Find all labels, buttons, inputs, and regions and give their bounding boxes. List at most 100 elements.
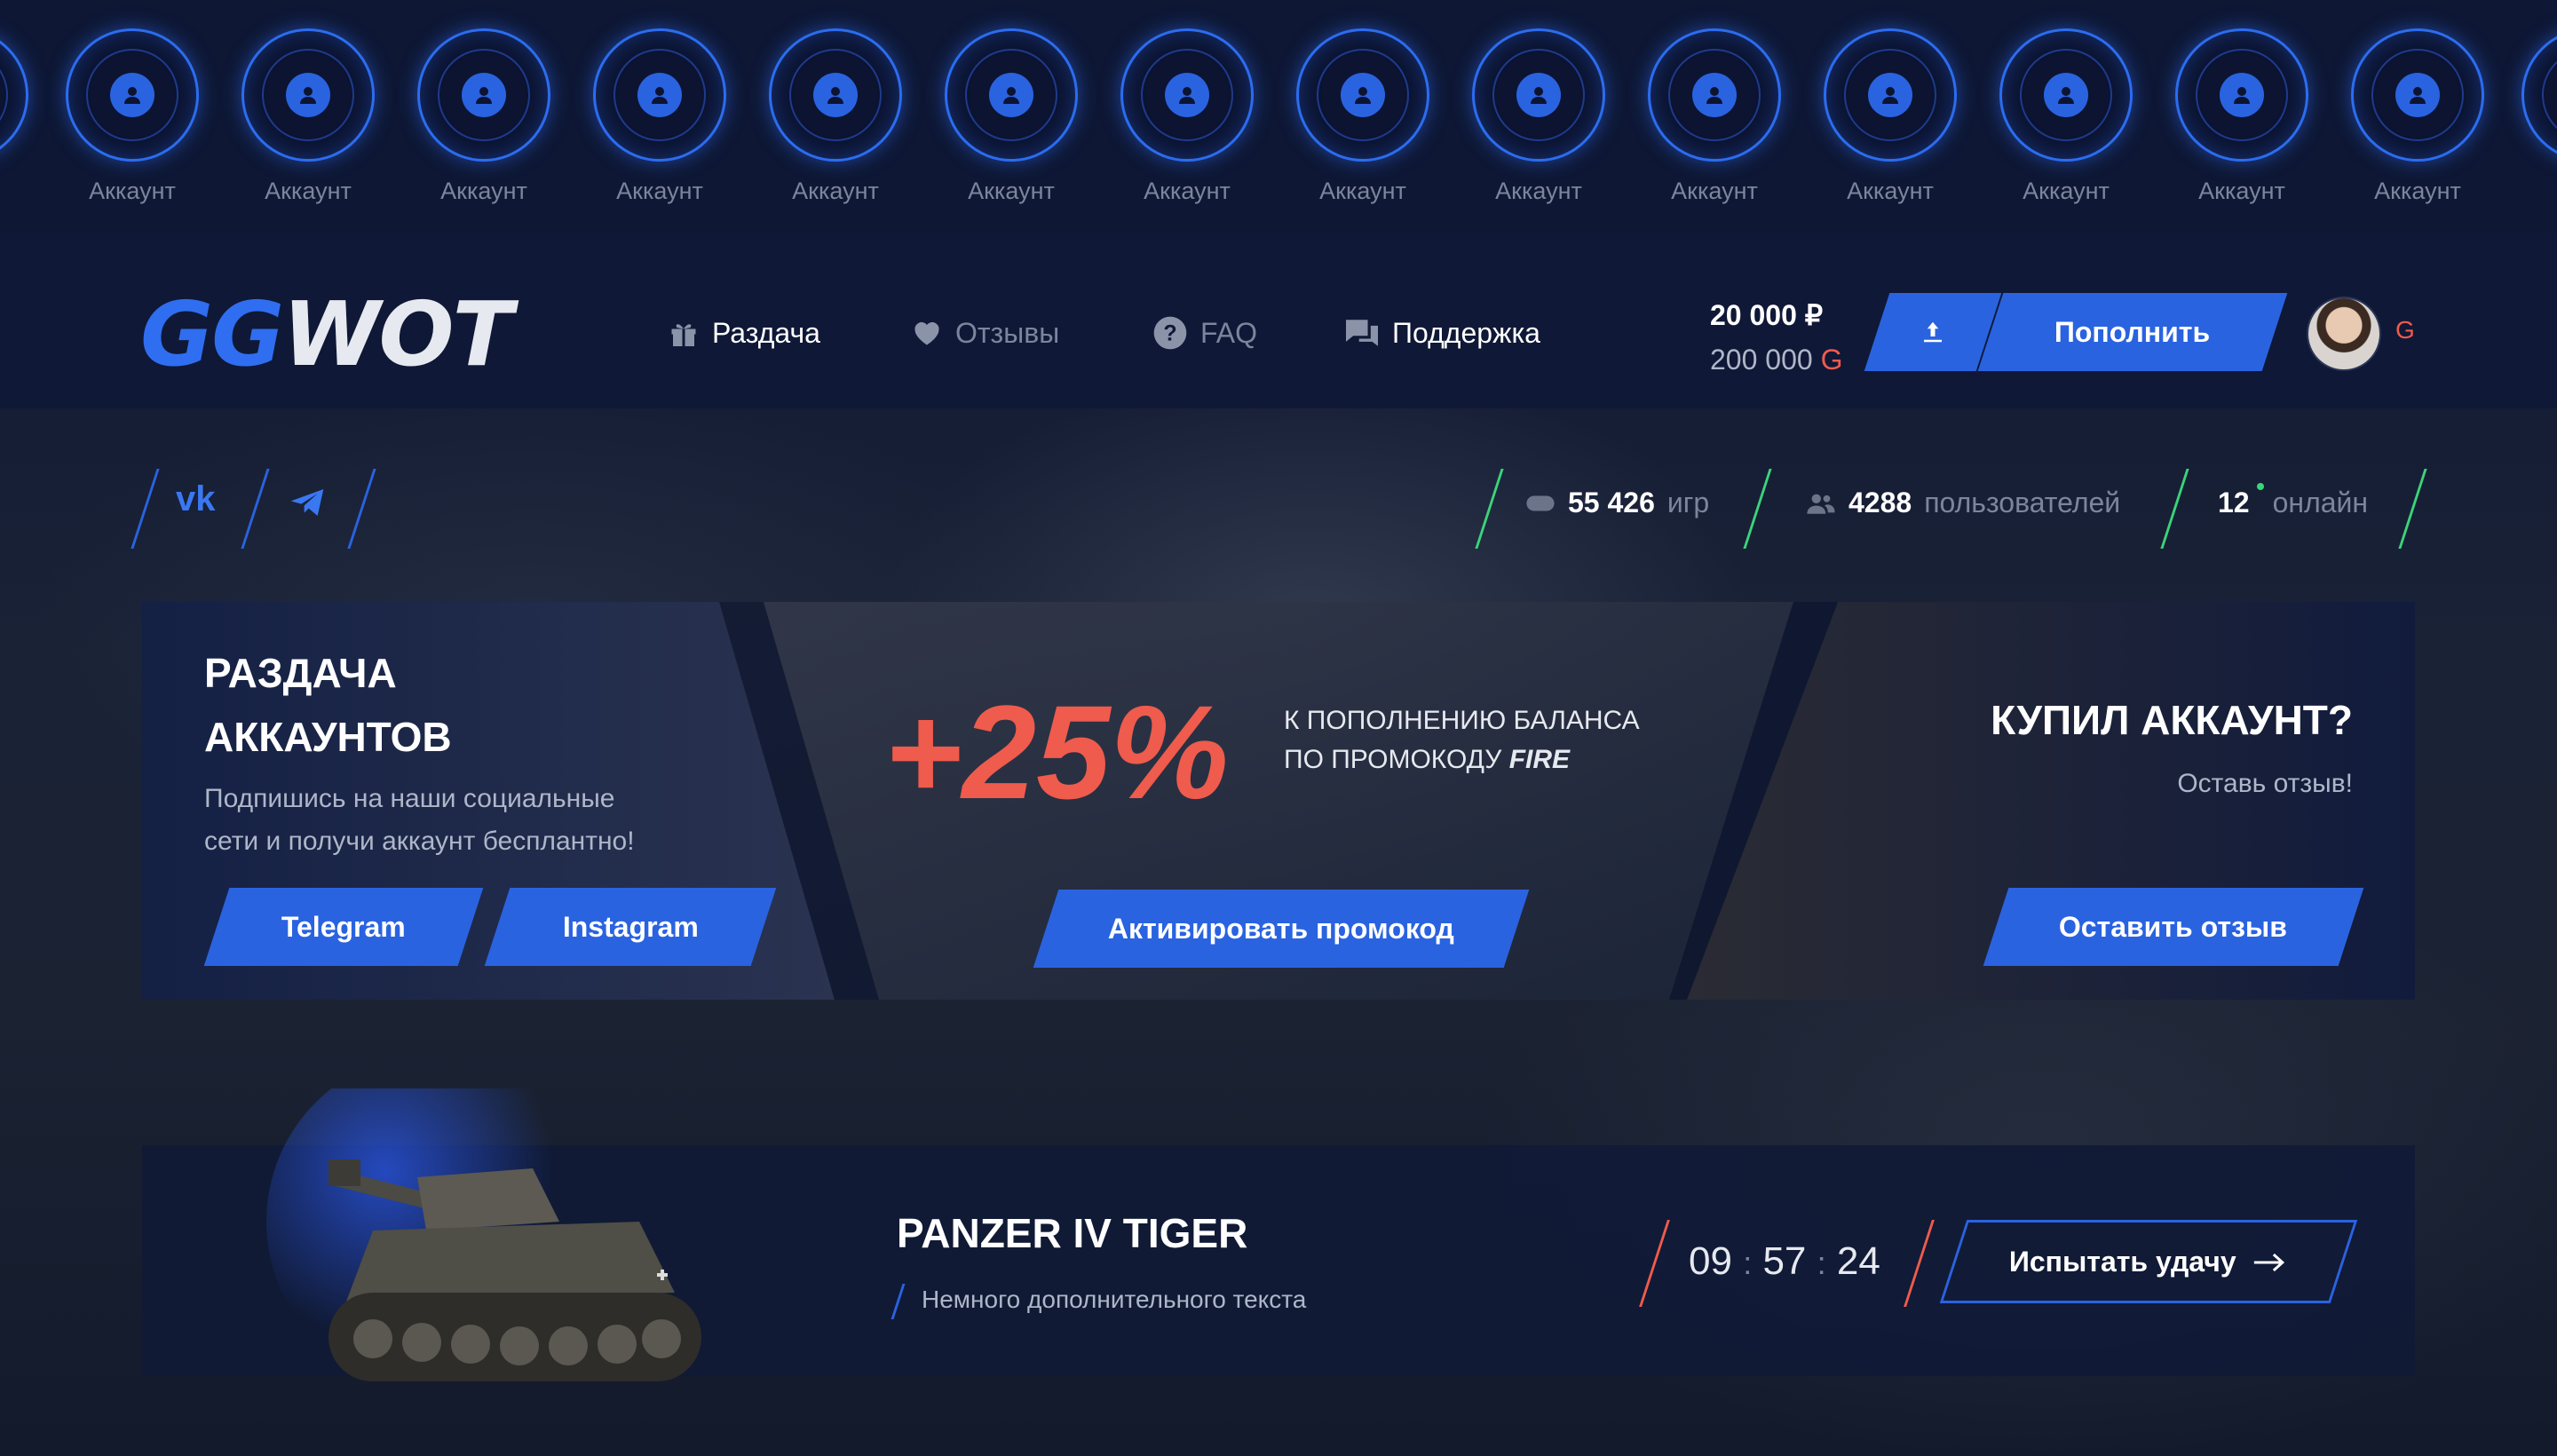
review-subtitle: Оставь отзыв! <box>2177 769 2353 798</box>
stat-online: 12 онлайн <box>2218 483 2368 519</box>
tank-image <box>266 1088 701 1390</box>
avatar[interactable] <box>2307 297 2381 371</box>
bonus-text: К ПОПОЛНЕНИЮ БАЛАНСА ПО ПРОМОКОДУ FIRE <box>1284 706 1640 774</box>
account-item[interactable] <box>0 28 37 162</box>
user-icon <box>2395 73 2440 117</box>
user-icon <box>1341 73 1385 117</box>
vk-link[interactable]: vk <box>176 479 216 519</box>
logo[interactable]: GGWOT <box>140 282 513 386</box>
account-label: Аккаунт <box>616 178 703 204</box>
user-icon <box>1516 73 1561 117</box>
users-value: 4288 <box>1848 487 1912 518</box>
review-title: КУПИЛ АККАУНТ? <box>1991 697 2353 743</box>
account-label: Аккаунт <box>265 178 352 204</box>
account-label: Аккаунт <box>2198 178 2285 204</box>
user-icon <box>2220 73 2264 117</box>
accounts-strip: Аккаунт Аккаунт Аккаунт Аккаунт Аккаунт … <box>0 0 2557 231</box>
giveaway-title: РАЗДАЧА АККАУНТОВ <box>204 650 452 760</box>
users-icon <box>1807 494 1835 514</box>
games-value: 55 426 <box>1568 487 1655 518</box>
telegram-link[interactable] <box>289 487 325 526</box>
topup-button[interactable]: Пополнить <box>1977 293 2288 371</box>
account-item[interactable]: Аккаунт <box>584 28 735 205</box>
user-icon <box>637 73 682 117</box>
account-item[interactable] <box>2504 28 2557 162</box>
tank-subtitle: Немного дополнительного текста <box>922 1286 1307 1313</box>
account-item[interactable]: Аккаунт <box>1815 28 1966 205</box>
nav-label: Поддержка <box>1392 316 1540 349</box>
try-luck-button[interactable]: Испытать удачу <box>1939 1220 2358 1303</box>
account-label: Аккаунт <box>968 178 1055 204</box>
nav-label: FAQ <box>1200 316 1258 349</box>
account-label: Аккаунт <box>1847 178 1934 204</box>
account-item[interactable]: Аккаунт <box>936 28 1087 205</box>
account-label: Аккаунт <box>1671 178 1758 204</box>
user-icon <box>1692 73 1737 117</box>
account-label: Аккаунт <box>792 178 879 204</box>
gold-symbol: G <box>1820 344 1843 376</box>
leave-review-button[interactable]: Оставить отзыв <box>1983 888 2364 966</box>
online-indicator <box>2257 483 2264 490</box>
telegram-button[interactable]: Telegram <box>203 888 484 966</box>
account-label: Аккаунт <box>1144 178 1231 204</box>
question-icon: ? <box>1153 316 1187 350</box>
nav-item-support[interactable]: Поддержка <box>1344 309 1540 357</box>
promo-code: FIRE <box>1508 745 1571 774</box>
account-item[interactable]: Аккаунт <box>408 28 559 205</box>
chat-icon <box>1346 320 1378 346</box>
heart-icon <box>914 321 939 345</box>
svg-text:?: ? <box>1163 320 1176 345</box>
telegram-icon <box>290 489 324 516</box>
online-value: 12 <box>2218 487 2250 518</box>
users-label: пользователей <box>1924 487 2121 518</box>
nav-label: Отзывы <box>955 316 1060 349</box>
account-label: Аккаунт <box>89 178 176 204</box>
balance: 20 000 ₽ 200 000 G <box>1710 293 1842 382</box>
nav-label: Раздача <box>712 316 820 349</box>
nav-item-faq[interactable]: ? FAQ <box>1152 309 1257 357</box>
timer-hours: 09 <box>1689 1239 1732 1283</box>
timer: 09 : 57 : 24 <box>1689 1239 1880 1283</box>
account-item[interactable]: Аккаунт <box>1112 28 1263 205</box>
account-item[interactable]: Аккаунт <box>760 28 911 205</box>
nav-item-giveaway[interactable]: Раздача <box>668 309 820 357</box>
upload-icon <box>1924 321 1942 343</box>
stat-games: 55 426 игр <box>1525 487 1709 519</box>
account-label: Аккаунт <box>2374 178 2461 204</box>
timer-seconds: 24 <box>1836 1239 1880 1283</box>
user-icon <box>286 73 330 117</box>
account-label: Аккаунт <box>1319 178 1406 204</box>
timer-minutes: 57 <box>1762 1239 1807 1283</box>
account-label: Аккаунт <box>1495 178 1582 204</box>
account-item[interactable]: Аккаунт <box>57 28 208 205</box>
user-icon <box>2044 73 2088 117</box>
giveaway-text: Подпишись на наши социальные сети и полу… <box>204 784 635 856</box>
account-item[interactable]: Аккаунт <box>1991 28 2141 205</box>
bonus-value: +25% <box>884 677 1229 827</box>
arrow-right-icon <box>2253 1252 2285 1271</box>
account-item[interactable]: Аккаунт <box>233 28 384 205</box>
user-icon <box>1165 73 1209 117</box>
balance-rub: 20 000 ₽ <box>1710 299 1824 331</box>
user-icon <box>462 73 506 117</box>
account-item[interactable]: Аккаунт <box>1463 28 1614 205</box>
account-item[interactable]: Аккаунт <box>1639 28 1790 205</box>
account-item[interactable]: Аккаунт <box>2342 28 2493 205</box>
user-icon <box>110 73 154 117</box>
account-label: Аккаунт <box>440 178 527 204</box>
gamepad-icon <box>1526 495 1555 510</box>
account-item[interactable]: Аккаунт <box>2166 28 2317 205</box>
activate-promo-button[interactable]: Активировать промокод <box>1033 890 1530 968</box>
instagram-button[interactable]: Instagram <box>484 888 777 966</box>
user-icon <box>813 73 858 117</box>
account-item[interactable]: Аккаунт <box>1287 28 1438 205</box>
user-icon <box>989 73 1033 117</box>
games-label: игр <box>1666 487 1710 518</box>
account-label: Аккаунт <box>2023 178 2110 204</box>
user-icon <box>1868 73 1912 117</box>
tank-title: PANZER IV TIGER <box>897 1210 1248 1256</box>
stat-users: 4288 пользователей <box>1806 487 2120 519</box>
gift-icon <box>671 324 696 346</box>
nav-item-reviews[interactable]: Отзывы <box>911 309 1059 357</box>
user-currency-icon[interactable]: G <box>2395 316 2415 344</box>
